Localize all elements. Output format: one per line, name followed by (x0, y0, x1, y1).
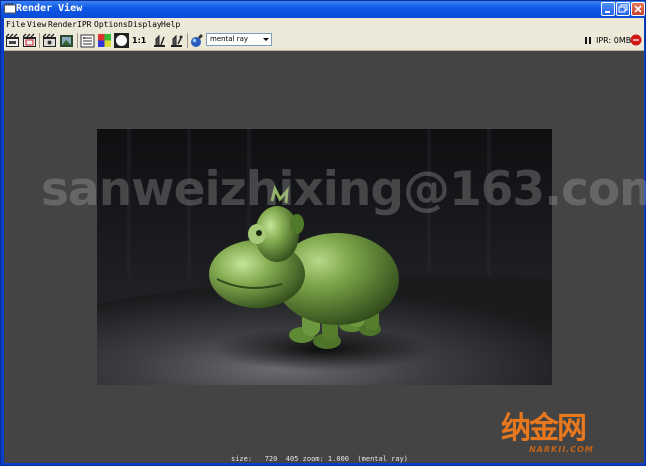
render-view-app-icon (4, 3, 16, 14)
chevron-down-icon (263, 38, 269, 41)
menu-render[interactable]: Render (48, 18, 77, 31)
menu-view[interactable]: View (27, 18, 46, 31)
close-icon (634, 5, 642, 13)
menu-help[interactable]: Help (161, 18, 180, 31)
renderer-value: mental ray (210, 35, 249, 43)
render-region-icon[interactable] (22, 33, 37, 48)
title-bar[interactable]: Render View (1, 1, 645, 18)
snapshot-icon[interactable] (42, 33, 57, 48)
logo-sub-text: NARKII.COM (529, 445, 594, 454)
render-view-window: Render View File View Render IPR Options… (0, 0, 646, 466)
menu-file[interactable]: File (6, 18, 25, 31)
toolbar-separator (187, 33, 188, 48)
toolbar-separator (39, 33, 40, 48)
render-status-line: size: 720 405 zoom: 1.000 (mental ray) (231, 455, 409, 463)
ipr-stop-icon[interactable] (630, 34, 642, 46)
remove-image-icon[interactable] (80, 33, 95, 48)
restore-icon (618, 4, 628, 13)
redo-render-icon[interactable] (5, 33, 20, 48)
toolbar-separator (77, 33, 78, 48)
keep-image-icon[interactable] (59, 33, 74, 48)
window-title: Render View (16, 3, 83, 14)
logo-main-text: 纳金网 (501, 411, 587, 446)
toolbar: 1:1 mental ray IPR: 0MB (4, 31, 644, 51)
ipr-memory-status: IPR: 0MB (596, 36, 632, 45)
minimize-button[interactable] (601, 2, 615, 16)
renderer-dropdown[interactable]: mental ray (206, 33, 272, 46)
site-logo: 纳金网 NARKII.COM (501, 403, 641, 461)
menu-bar: File View Render IPR Options Display Hel… (4, 18, 644, 31)
render-settings-icon[interactable] (169, 33, 184, 48)
display-settings-icon[interactable] (152, 33, 167, 48)
color-channels-icon[interactable] (97, 33, 112, 48)
ipr-tuning-icon[interactable] (189, 33, 204, 48)
watermark-text: sanweizhixing@163.com (41, 162, 646, 217)
alpha-channel-icon[interactable] (114, 33, 129, 48)
ratio-1to1-button[interactable]: 1:1 (132, 33, 146, 48)
maximize-button[interactable] (616, 2, 630, 16)
pause-icon[interactable] (584, 35, 593, 46)
menu-options[interactable]: Options (94, 18, 128, 31)
minimize-icon (605, 11, 610, 13)
close-button[interactable] (631, 2, 645, 16)
menu-display[interactable]: Display (128, 18, 162, 31)
menu-ipr[interactable]: IPR (77, 18, 91, 31)
render-viewport[interactable] (4, 51, 644, 463)
